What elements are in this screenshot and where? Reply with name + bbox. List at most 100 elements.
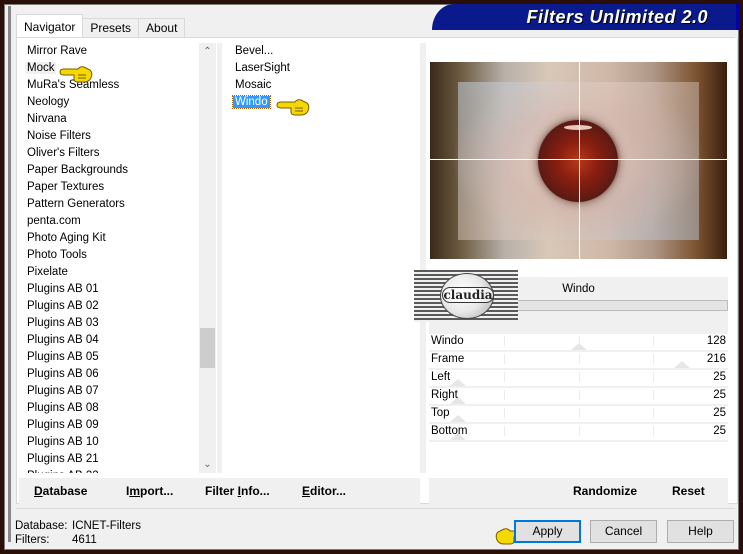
splitter[interactable]	[420, 43, 426, 473]
param-value: 25	[713, 371, 726, 383]
import-label: port...	[140, 484, 174, 498]
tab-bar: Navigator Presets About	[16, 14, 186, 38]
category-item[interactable]: Plugins AB 08	[22, 400, 200, 417]
slider-tick	[504, 426, 505, 436]
watermark-logo: claudia	[414, 270, 518, 322]
param-value: 216	[706, 353, 726, 365]
filter-preview[interactable]	[430, 62, 727, 259]
category-item-label: Plugins AB 06	[27, 368, 99, 380]
category-item-label: Plugins AB 09	[27, 419, 99, 431]
category-item[interactable]: Pixelate	[22, 264, 200, 281]
parameter-sliders: Windo 128 Frame 216 Left 25 Right 25 Top 25 Bottom…	[429, 334, 728, 442]
category-item[interactable]: penta.com	[22, 213, 200, 230]
splitter[interactable]	[217, 43, 222, 473]
tab-presets[interactable]: Presets	[82, 18, 140, 38]
param-value: 25	[713, 407, 726, 419]
category-item-label: penta.com	[27, 215, 81, 227]
category-item[interactable]: Paper Textures	[22, 179, 200, 196]
preview-orb	[538, 120, 618, 202]
param-slider-right[interactable]: Right 25	[429, 388, 728, 406]
category-item[interactable]: Plugins AB 01	[22, 281, 200, 298]
slider-tick	[504, 408, 505, 418]
category-item[interactable]: Pattern Generators	[22, 196, 200, 213]
help-button[interactable]: Help	[667, 520, 734, 543]
cancel-button[interactable]: Cancel	[590, 520, 657, 543]
category-item[interactable]: Neology	[22, 94, 200, 111]
slider-tick	[504, 336, 505, 346]
category-list[interactable]: Mirror Rave Mock MuRa's Seamless Neology Nir…	[22, 43, 200, 473]
param-slider-windo[interactable]: Windo 128	[429, 334, 728, 352]
filter-list[interactable]: Bevel... LaserSight Mosaic Windo	[229, 43, 419, 473]
filters-count-value: 4611	[72, 534, 97, 546]
tab-about[interactable]: About	[138, 18, 186, 38]
category-item[interactable]: Plugins AB 09	[22, 417, 200, 434]
category-item[interactable]: Plugins AB 03	[22, 315, 200, 332]
category-item[interactable]: Paper Backgrounds	[22, 162, 200, 179]
filter-item-label: Mosaic	[235, 79, 272, 91]
editor-accel: E	[302, 484, 311, 498]
param-slider-top[interactable]: Top 25	[429, 406, 728, 424]
apply-button[interactable]: Apply	[514, 520, 581, 543]
category-item[interactable]: Mirror Rave	[22, 43, 200, 60]
param-slider-bottom[interactable]: Bottom 25	[429, 424, 728, 442]
slider-thumb[interactable]	[674, 361, 690, 368]
editor-button[interactable]: Editor...	[302, 484, 346, 498]
category-item-label: Nirvana	[27, 113, 67, 125]
tab-navigator[interactable]: Navigator	[16, 14, 84, 38]
slider-thumb[interactable]	[450, 415, 466, 422]
filter-item[interactable]: Bevel...	[229, 43, 419, 60]
category-item[interactable]: Photo Aging Kit	[22, 230, 200, 247]
category-item-label: Plugins AB 08	[27, 402, 99, 414]
category-item-label: Paper Backgrounds	[27, 164, 129, 176]
category-item[interactable]: Plugins AB 10	[22, 434, 200, 451]
scroll-down-icon[interactable]: ⌄	[199, 456, 216, 473]
editor-label: ditor...	[310, 484, 347, 498]
slider-tick	[579, 408, 580, 418]
scroll-thumb[interactable]	[200, 328, 215, 368]
randomize-button[interactable]: Randomize	[573, 484, 637, 498]
filter-item[interactable]: Mosaic	[229, 77, 419, 94]
filter-info-label: nfo...	[241, 484, 270, 498]
category-item[interactable]: Plugins AB 05	[22, 349, 200, 366]
database-status-value: ICNET-Filters	[72, 520, 141, 532]
category-item-label: Pixelate	[27, 266, 68, 278]
scroll-up-icon[interactable]: ⌃	[199, 43, 216, 60]
window-edge	[8, 6, 11, 542]
param-slider-frame[interactable]: Frame 216	[429, 352, 728, 370]
category-item[interactable]: Plugins AB 21	[22, 451, 200, 468]
category-item[interactable]: Photo Tools	[22, 247, 200, 264]
category-item[interactable]: Plugins AB 04	[22, 332, 200, 349]
category-scrollbar[interactable]: ⌃ ⌄	[199, 43, 216, 473]
filter-info-label-pre: Filter	[205, 484, 238, 498]
category-item[interactable]: Plugins AB 22	[22, 468, 200, 473]
category-item[interactable]: Plugins AB 02	[22, 298, 200, 315]
slider-tick	[653, 372, 654, 382]
param-slider-left[interactable]: Left 25	[429, 370, 728, 388]
import-button[interactable]: Import...	[126, 484, 173, 498]
title-banner: Filters Unlimited 2.0	[432, 4, 739, 30]
database-button[interactable]: Database	[34, 484, 87, 498]
category-item[interactable]: Noise Filters	[22, 128, 200, 145]
panel-divider	[16, 508, 735, 509]
slider-thumb[interactable]	[450, 379, 466, 386]
category-item[interactable]: Mock	[22, 60, 200, 77]
filter-item[interactable]: LaserSight	[229, 60, 419, 77]
filter-info-button[interactable]: Filter Info...	[205, 484, 270, 498]
category-item[interactable]: Nirvana	[22, 111, 200, 128]
filter-item[interactable]: Windo	[229, 94, 419, 111]
import-accel: m	[129, 484, 141, 498]
category-item-label: Noise Filters	[27, 130, 91, 142]
category-item[interactable]: Plugins AB 07	[22, 383, 200, 400]
filter-item-label: Bevel...	[235, 45, 274, 57]
slider-thumb[interactable]	[571, 343, 587, 350]
filter-item-label: Windo	[232, 95, 271, 109]
category-item[interactable]: Plugins AB 06	[22, 366, 200, 383]
pointing-hand-icon	[59, 66, 93, 83]
category-item[interactable]: Oliver's Filters	[22, 145, 200, 162]
category-item-label: Plugins AB 05	[27, 351, 99, 363]
parameter-toolbar: Randomize Reset	[429, 478, 728, 504]
reset-button[interactable]: Reset	[672, 484, 705, 498]
slider-tick	[579, 390, 580, 400]
category-item[interactable]: MuRa's Seamless	[22, 77, 200, 94]
filters-count-label: Filters:	[15, 534, 50, 546]
